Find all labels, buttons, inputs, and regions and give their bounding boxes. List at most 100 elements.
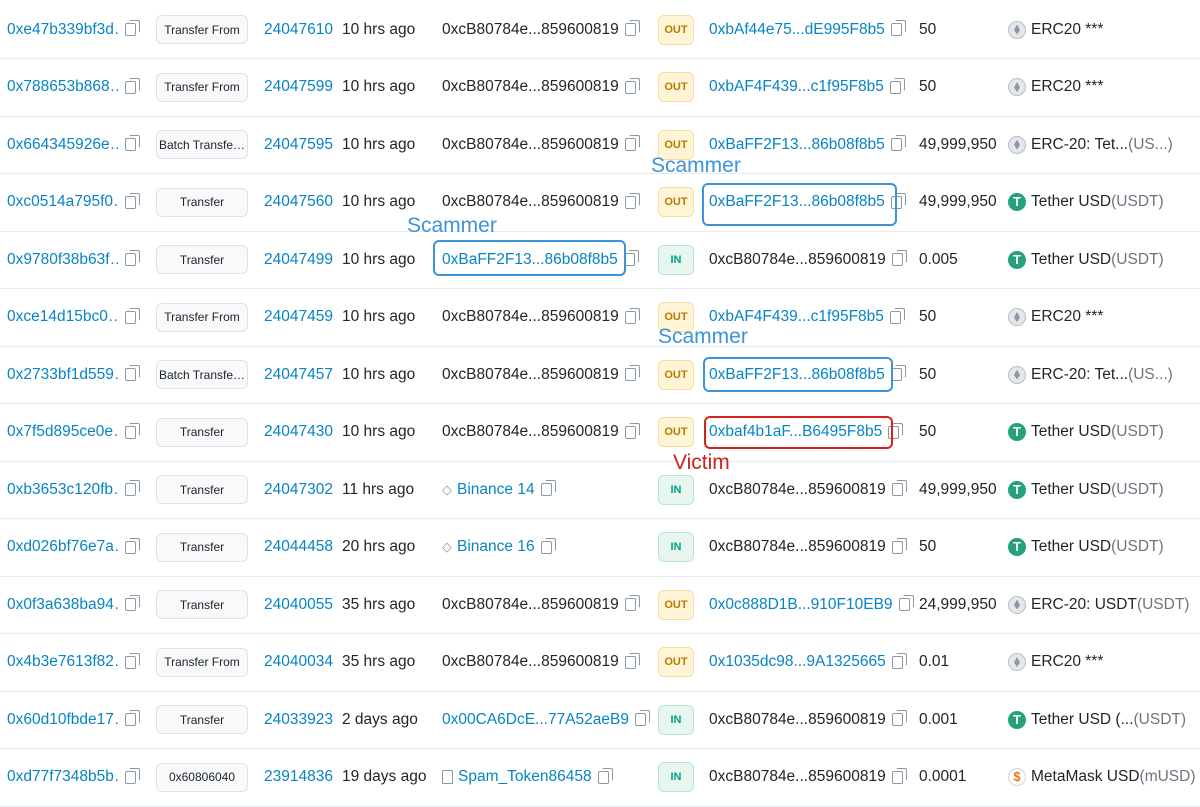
- token-name[interactable]: Tether USD: [1031, 538, 1111, 556]
- copy-icon[interactable]: [624, 77, 640, 94]
- block-link[interactable]: 24033923: [264, 691, 333, 748]
- copy-icon[interactable]: [624, 595, 640, 611]
- copy-icon[interactable]: [624, 135, 640, 151]
- token-name[interactable]: ERC20 ***: [1031, 21, 1103, 39]
- txn-hash-link[interactable]: 0xd026bf76e7a…: [7, 538, 119, 556]
- token-cell[interactable]: ERC20 ***: [1008, 634, 1103, 691]
- txn-hash-link[interactable]: 0xd77f7348b5b…: [7, 768, 119, 786]
- to-address[interactable]: 0xbAF4F439...c1f95F8b5: [709, 308, 884, 326]
- copy-icon[interactable]: [624, 365, 640, 381]
- block-link[interactable]: 24047430: [264, 404, 333, 461]
- from-address[interactable]: Binance 16: [457, 538, 535, 556]
- copy-icon[interactable]: [125, 307, 140, 324]
- copy-icon[interactable]: [889, 77, 905, 94]
- copy-icon[interactable]: [891, 767, 907, 784]
- token-cell[interactable]: Tether USD (... (USDT): [1008, 691, 1186, 748]
- from-address[interactable]: 0x00CA6DcE...77A52aeB9: [442, 711, 629, 729]
- copy-icon[interactable]: [125, 652, 140, 669]
- token-name[interactable]: ERC-20: Tet...: [1031, 366, 1128, 384]
- token-name[interactable]: ERC20 ***: [1031, 308, 1103, 326]
- copy-icon[interactable]: [540, 480, 556, 496]
- block-link[interactable]: 24047599: [264, 59, 333, 116]
- txn-hash-link[interactable]: 0x60d10fbde17…: [7, 711, 119, 729]
- copy-icon[interactable]: [891, 710, 907, 726]
- txn-hash-link[interactable]: 0xb3653c120fb…: [7, 481, 119, 499]
- block-link[interactable]: 24047459: [264, 289, 333, 346]
- from-address[interactable]: Spam_Token86458: [458, 768, 592, 786]
- to-address[interactable]: 0x0c888D1B...910F10EB9: [709, 596, 893, 614]
- to-address[interactable]: 0xBaFF2F13...86b08f8b5: [709, 136, 885, 154]
- txn-hash-link[interactable]: 0x664345926e…: [7, 136, 119, 154]
- token-name[interactable]: Tether USD: [1031, 423, 1111, 441]
- copy-icon[interactable]: [634, 710, 650, 726]
- token-name[interactable]: Tether USD: [1031, 193, 1111, 211]
- txn-hash-link[interactable]: 0x7f5d895ce0e…: [7, 423, 119, 441]
- copy-icon[interactable]: [125, 77, 140, 94]
- block-link[interactable]: 23914836: [264, 749, 333, 806]
- token-name[interactable]: ERC-20: Tet...: [1031, 136, 1128, 154]
- copy-icon[interactable]: [891, 652, 907, 669]
- txn-hash-link[interactable]: 0x788653b868…: [7, 78, 119, 96]
- txn-hash-link[interactable]: 0xce14d15bc0…: [7, 308, 119, 326]
- copy-icon[interactable]: [125, 192, 140, 209]
- copy-icon[interactable]: [597, 767, 613, 784]
- to-address[interactable]: 0xbAF4F439...c1f95F8b5: [709, 78, 884, 96]
- token-cell[interactable]: Tether USD (USDT): [1008, 519, 1164, 576]
- copy-icon[interactable]: [898, 595, 914, 611]
- block-link[interactable]: 24047595: [264, 116, 333, 173]
- block-link[interactable]: 24044458: [264, 519, 333, 576]
- txn-hash-link[interactable]: 0xc0514a795f0…: [7, 193, 119, 211]
- token-name[interactable]: Tether USD (...: [1031, 711, 1134, 729]
- block-link[interactable]: 24047457: [264, 346, 333, 403]
- from-address[interactable]: Binance 14: [457, 481, 535, 499]
- copy-icon[interactable]: [125, 710, 140, 726]
- txn-hash-link[interactable]: 0x2733bf1d559…: [7, 366, 119, 384]
- copy-icon[interactable]: [540, 537, 556, 554]
- token-name[interactable]: Tether USD: [1031, 251, 1111, 269]
- block-link[interactable]: 24040055: [264, 576, 333, 633]
- block-link[interactable]: 24047499: [264, 231, 333, 288]
- token-name[interactable]: Tether USD: [1031, 481, 1111, 499]
- block-link[interactable]: 24047302: [264, 461, 333, 518]
- copy-icon[interactable]: [890, 20, 906, 36]
- token-cell[interactable]: ERC20 ***: [1008, 1, 1103, 58]
- copy-icon[interactable]: [624, 307, 640, 324]
- token-cell[interactable]: ERC-20: USDT (USDT): [1008, 576, 1189, 633]
- token-cell[interactable]: Tether USD (USDT): [1008, 231, 1164, 288]
- token-cell[interactable]: Tether USD (USDT): [1008, 174, 1164, 231]
- copy-icon[interactable]: [125, 250, 140, 266]
- block-link[interactable]: 24040034: [264, 634, 333, 691]
- copy-icon[interactable]: [891, 250, 907, 266]
- token-cell[interactable]: Tether USD (USDT): [1008, 461, 1164, 518]
- token-cell[interactable]: Tether USD (USDT): [1008, 404, 1164, 461]
- copy-icon[interactable]: [624, 192, 640, 209]
- copy-icon[interactable]: [890, 135, 906, 151]
- token-cell[interactable]: ERC-20: Tet... (US...): [1008, 346, 1173, 403]
- token-name[interactable]: ERC-20: USDT: [1031, 596, 1137, 614]
- txn-hash-link[interactable]: 0x9780f38b63f…: [7, 251, 119, 269]
- token-cell[interactable]: ERC-20: Tet... (US...): [1008, 116, 1173, 173]
- copy-icon[interactable]: [889, 307, 905, 324]
- token-cell[interactable]: ERC20 ***: [1008, 59, 1103, 116]
- copy-icon[interactable]: [125, 595, 140, 611]
- copy-icon[interactable]: [125, 537, 140, 554]
- token-cell[interactable]: MetaMask USD (mUSD): [1008, 749, 1196, 806]
- copy-icon[interactable]: [125, 365, 140, 381]
- copy-icon[interactable]: [891, 480, 907, 496]
- to-address[interactable]: 0xbAf44e75...dE995F8b5: [709, 21, 885, 39]
- copy-icon[interactable]: [125, 767, 140, 784]
- to-address[interactable]: 0x1035dc98...9A1325665: [709, 653, 886, 671]
- txn-hash-link[interactable]: 0x4b3e7613f82…: [7, 653, 119, 671]
- token-name[interactable]: ERC20 ***: [1031, 653, 1103, 671]
- txn-hash-link[interactable]: 0xe47b339bf3d…: [7, 21, 119, 39]
- copy-icon[interactable]: [125, 422, 140, 439]
- token-name[interactable]: MetaMask USD: [1031, 768, 1140, 786]
- token-name[interactable]: ERC20 ***: [1031, 78, 1103, 96]
- copy-icon[interactable]: [125, 480, 140, 496]
- txn-hash-link[interactable]: 0x0f3a638ba94…: [7, 596, 119, 614]
- block-link[interactable]: 24047560: [264, 174, 333, 231]
- copy-icon[interactable]: [624, 20, 640, 36]
- copy-icon[interactable]: [891, 537, 907, 554]
- block-link[interactable]: 24047610: [264, 1, 333, 58]
- token-cell[interactable]: ERC20 ***: [1008, 289, 1103, 346]
